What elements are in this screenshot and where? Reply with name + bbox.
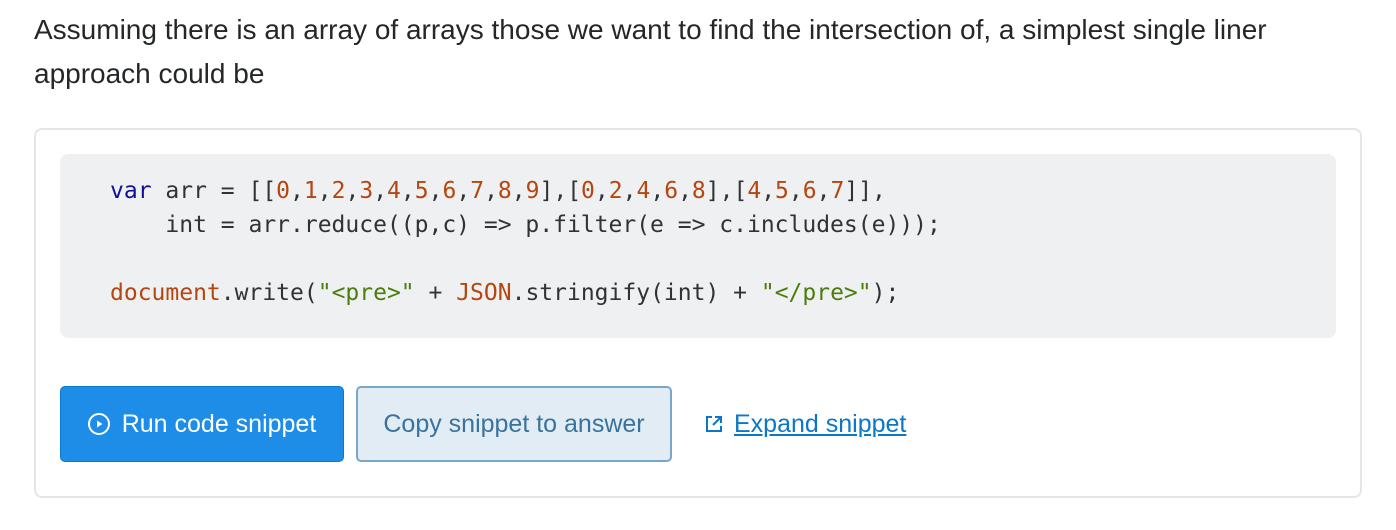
code-number: 3: [359, 178, 374, 204]
code-number: 4: [636, 178, 651, 204]
copy-snippet-to-answer-button[interactable]: Copy snippet to answer: [356, 386, 672, 462]
code-text: ,: [622, 178, 637, 204]
code-text: ,: [456, 178, 471, 204]
code-text: ,: [511, 178, 526, 204]
code-number: 5: [414, 178, 429, 204]
snippet-actions: Run code snippet Copy snippet to answer …: [60, 386, 906, 462]
expand-snippet-link[interactable]: Expand snippet: [704, 410, 906, 439]
copy-snippet-label: Copy snippet to answer: [383, 409, 645, 438]
code-line-1: var arr = [[0,1,2,3,4,5,6,7,8,9],[0,2,4,…: [110, 174, 1336, 208]
code-number: 6: [802, 178, 817, 204]
code-text: ,: [788, 178, 803, 204]
code-object: JSON: [456, 280, 512, 306]
code-number: 8: [497, 178, 512, 204]
code-string: "</pre>": [760, 280, 872, 306]
code-number: 8: [691, 178, 706, 204]
code-number: 6: [442, 178, 457, 204]
code-number: 5: [775, 178, 789, 204]
code-number: 9: [525, 178, 540, 204]
code-text: .stringify(int) +: [511, 280, 761, 306]
code-text: ,: [650, 178, 665, 204]
code-text: ]],: [844, 178, 886, 204]
code-text: );: [871, 280, 900, 306]
code-text: ],[: [539, 178, 582, 204]
code-text: ,: [594, 178, 609, 204]
code-text: ,: [816, 178, 831, 204]
code-number: 4: [747, 178, 762, 204]
play-circle-icon: [87, 413, 110, 435]
code-number: 0: [276, 178, 291, 204]
code-text: ,: [678, 178, 692, 204]
code-line-4: document.write("<pre>" + JSON.stringify(…: [110, 276, 1336, 310]
code-number: 2: [608, 178, 623, 204]
code-text: ,: [317, 178, 332, 204]
code-text: .write(: [220, 280, 318, 306]
run-code-snippet-button[interactable]: Run code snippet: [60, 386, 344, 462]
code-block: var arr = [[0,1,2,3,4,5,6,7,8,9],[0,2,4,…: [60, 154, 1336, 338]
code-snippet-container: var arr = [[0,1,2,3,4,5,6,7,8,9],[0,2,4,…: [34, 128, 1362, 498]
code-number: 7: [470, 178, 485, 204]
code-text: ,: [484, 178, 498, 204]
code-text: ,: [290, 178, 304, 204]
code-line-3-blank: [110, 242, 1336, 276]
code-text: ,: [428, 178, 443, 204]
external-link-icon: [704, 414, 724, 434]
code-string: "<pre>": [317, 280, 415, 306]
code-number: 7: [830, 178, 845, 204]
code-number: 6: [664, 178, 679, 204]
expand-snippet-label: Expand snippet: [734, 409, 907, 438]
run-code-snippet-label: Run code snippet: [121, 409, 317, 438]
code-number: 4: [387, 178, 401, 204]
code-text: ,: [761, 178, 776, 204]
code-text: +: [414, 280, 457, 306]
code-text: ,: [373, 178, 388, 204]
code-number: 0: [581, 178, 595, 204]
code-text: ],[: [705, 178, 748, 204]
code-number: 1: [303, 178, 318, 204]
code-number: 2: [331, 178, 346, 204]
code-text: arr = [[: [151, 178, 277, 204]
code-text: ,: [400, 178, 415, 204]
answer-intro-text: Assuming there is an array of arrays tho…: [34, 14, 1267, 89]
code-keyword: var: [110, 178, 152, 204]
code-object: document: [110, 280, 221, 306]
code-text: ,: [345, 178, 360, 204]
code-line-2: int = arr.reduce((p,c) => p.filter(e => …: [110, 212, 941, 238]
